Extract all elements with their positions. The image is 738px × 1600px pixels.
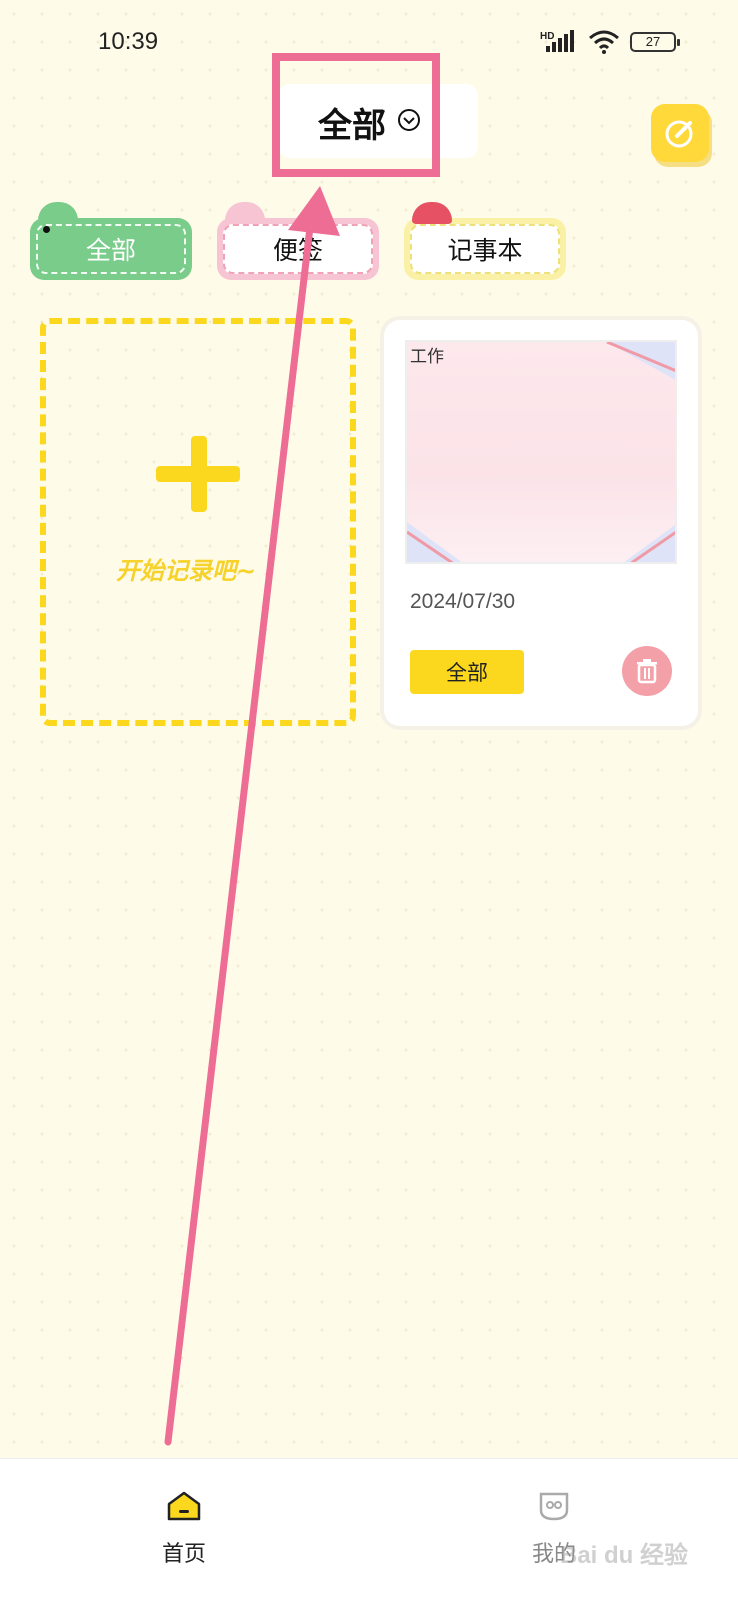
- tab-bump: [412, 202, 452, 224]
- battery-indicator: 27: [630, 32, 680, 52]
- nav-item-home[interactable]: 首页: [124, 1490, 244, 1568]
- tab-memo[interactable]: 便签: [217, 202, 379, 280]
- profile-icon: [539, 1492, 569, 1521]
- network-type-label: HD: [540, 31, 554, 42]
- note-tag: 工作: [410, 347, 444, 367]
- home-icon: [167, 1491, 201, 1521]
- note-category-badge[interactable]: 全部: [410, 650, 524, 694]
- bottom-nav: [0, 1458, 738, 1600]
- tab-bump: [225, 202, 265, 224]
- watermark: Bai du 经验: [560, 1542, 689, 1569]
- add-record-label: 开始记录吧~: [116, 557, 257, 585]
- note-thumbnail[interactable]: [405, 340, 677, 564]
- edit-button[interactable]: [651, 104, 709, 162]
- add-record-card[interactable]: [40, 318, 356, 726]
- annotation-highlight-box: [272, 53, 440, 177]
- tab-all[interactable]: 全部: [30, 202, 192, 280]
- edit-icon: [665, 120, 693, 148]
- trash-icon: [637, 659, 657, 684]
- note-date: 2024/07/30: [410, 590, 516, 613]
- delete-button[interactable]: [622, 646, 672, 696]
- status-time: 10:39: [98, 28, 159, 55]
- status-icons: HD 27: [540, 30, 680, 54]
- tab-label: 全部: [36, 224, 186, 274]
- plus-icon: [156, 466, 240, 482]
- nav-label-home: 首页: [161, 1542, 206, 1567]
- tab-label: 记事本: [410, 224, 560, 274]
- tab-bump: [38, 202, 78, 224]
- tab-notebook[interactable]: 记事本: [404, 202, 566, 280]
- signal-icon: HD: [540, 30, 574, 52]
- wifi-icon: [589, 30, 619, 54]
- tab-label: 便签: [223, 224, 373, 274]
- thumbnail-decoration: [407, 342, 675, 562]
